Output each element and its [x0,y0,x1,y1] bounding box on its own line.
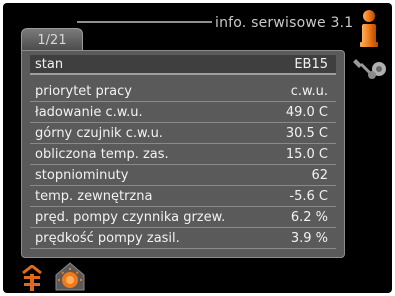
house-heating-icon[interactable] [53,261,87,291]
service-tools-icon[interactable] [352,55,388,81]
screen: info. serwisowe 3.1 1/21 stan EB15 prior… [3,3,392,293]
info-panel: stan EB15 priorytet pracy c.w.u. ładowan… [21,50,345,258]
row-value: c.w.u. [290,84,328,99]
list-item[interactable]: stopniominuty 62 [30,166,336,186]
row-label: priorytet pracy [35,84,132,99]
hot-water-icon[interactable] [21,265,43,291]
row-value: 6.2 % [290,210,328,225]
list-item[interactable]: pręd. pompy czynnika grzew. 6.2 % [30,208,336,228]
row-label: temp. zewnętrzna [35,189,153,204]
list-item[interactable]: górny czujnik c.w.u. 30.5 C [30,124,336,144]
row-label: pręd. pompy czynnika grzew. [35,210,226,225]
row-value: 15.0 C [285,147,328,162]
row-label: obliczona temp. zas. [35,147,169,162]
row-label: górny czujnik c.w.u. [35,126,163,141]
info-icon[interactable] [357,9,381,49]
row-label: ładowanie c.w.u. [35,105,143,120]
list-item[interactable]: obliczona temp. zas. 15.0 C [30,145,336,165]
list-item[interactable]: priorytet pracy c.w.u. [30,82,336,102]
row-value: 62 [311,168,328,183]
list-item[interactable]: ładowanie c.w.u. 49.0 C [30,103,336,123]
row-label: stan [35,57,64,72]
list-item[interactable]: prędkość pompy zasil. 3.9 % [30,229,336,249]
page-tab[interactable]: 1/21 [21,28,83,51]
page-title: info. serwisowe 3.1 [215,15,354,31]
row-label: stopniominuty [35,168,129,183]
row-value: EB15 [294,57,328,72]
title-divider [77,21,212,23]
row-label: prędkość pompy zasil. [35,231,180,246]
row-value: 49.0 C [285,105,328,120]
row-value: 30.5 C [285,126,328,141]
row-value: 3.9 % [290,231,328,246]
row-value: -5.6 C [289,189,328,204]
list-item[interactable]: stan EB15 [30,55,336,75]
list-item[interactable]: temp. zewnętrzna -5.6 C [30,187,336,207]
